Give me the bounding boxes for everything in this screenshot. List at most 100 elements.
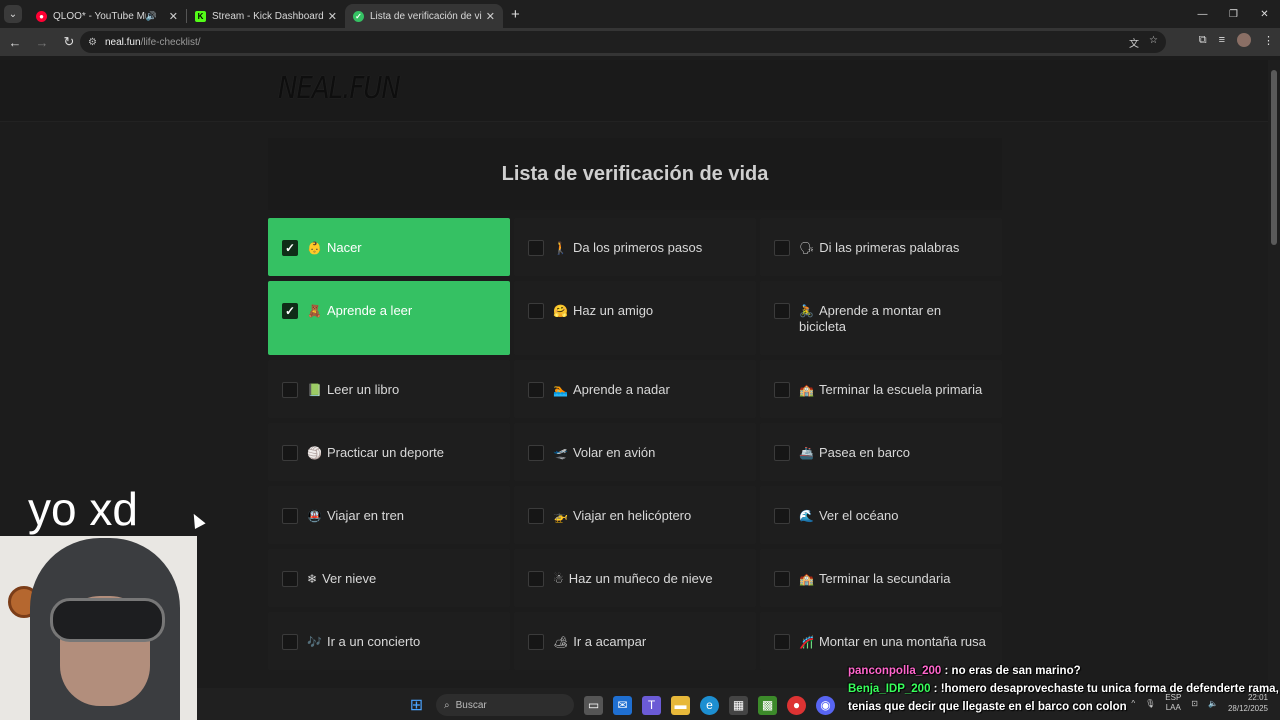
checklist-item-label: Da los primeros pasos [572,240,703,255]
checklist-item[interactable]: 📗 Leer un libro [268,360,510,418]
item-emoji-icon: 📗 [307,383,322,397]
checklist-item-text: ☃ Haz un muñeco de nieve [553,571,713,587]
checkbox[interactable] [774,382,790,398]
checklist-item[interactable]: 🚢 Pasea en barco [760,423,1002,481]
tab-kick-dashboard[interactable]: K Stream - Kick Dashboard ✕ [187,4,345,28]
close-icon[interactable]: ✕ [486,10,495,23]
checkbox[interactable] [774,303,790,319]
chat-username: Benja_IDP_200 [848,683,931,695]
checkbox[interactable] [774,508,790,524]
chrome-icon[interactable]: ● [787,695,806,715]
checklist-item[interactable]: 🏊 Aprende a nadar [514,360,756,418]
translate-icon[interactable]: 文 [1129,35,1139,50]
checkbox[interactable] [774,240,790,256]
minecraft-icon[interactable]: ▩ [758,695,777,715]
media-controls-icon[interactable]: ≡ [1219,34,1225,46]
checklist-item[interactable]: ✓ 🧸 Aprende a leer [268,281,510,355]
checkbox[interactable] [282,445,298,461]
checkbox[interactable] [528,571,544,587]
file-explorer-icon[interactable]: ▬ [671,695,690,715]
speaker-icon[interactable]: 🔊 [146,11,157,22]
back-icon[interactable]: ← [3,30,27,54]
checklist-item-label: Montar en una montaña rusa [818,634,986,649]
checklist-item-label: Aprende a montar en bicicleta [799,303,942,334]
checklist-item[interactable]: 🏕 Ir a acampar [514,612,756,670]
scrollbar-thumb[interactable] [1271,70,1277,245]
checklist-item[interactable]: 🚁 Viajar en helicóptero [514,486,756,544]
checklist-item[interactable]: 🏫 Terminar la escuela primaria [760,360,1002,418]
checklist-item[interactable]: 🚇 Viajar en tren [268,486,510,544]
checklist-item-text: 🏫 Terminar la secundaria [799,571,950,587]
item-emoji-icon: 🏫 [799,383,814,397]
checklist-item[interactable]: 🌊 Ver el océano [760,486,1002,544]
close-window-icon[interactable]: ✕ [1249,0,1280,28]
tab-life-checklist[interactable]: ✓ Lista de verificación de vida ✕ [345,4,503,28]
checkbox[interactable] [774,571,790,587]
checkbox[interactable] [528,382,544,398]
windows-start-icon[interactable]: ⊞ [407,696,426,715]
extensions-icon[interactable]: ⧉ [1199,34,1207,47]
forward-icon[interactable]: → [30,30,54,54]
checklist-item[interactable]: 🎶 Ir a un concierto [268,612,510,670]
checklist-item[interactable]: 🚴 Aprende a montar en bicicleta [760,281,1002,355]
checklist-item-label: Di las primeras palabras [819,240,960,255]
mouse-cursor [188,511,206,529]
checklist-item[interactable]: 🤗 Haz un amigo [514,281,756,355]
checklist-item-text: 🏊 Aprende a nadar [553,382,670,398]
checklist-item[interactable]: 🏫 Terminar la secundaria [760,549,1002,607]
discord-icon[interactable]: ◉ [816,695,835,715]
checkbox[interactable] [282,634,298,650]
checkbox[interactable] [528,240,544,256]
profile-avatar[interactable] [1237,33,1251,47]
close-icon[interactable]: ✕ [328,10,337,23]
chat-overlay: panconpolla_200 : no eras de san marino?… [848,662,1280,716]
checkbox[interactable] [528,303,544,319]
checklist-item-text: 🌊 Ver el océano [799,508,898,524]
checkbox[interactable] [774,634,790,650]
address-bar[interactable]: ⚙ neal.fun/life-checklist/ 文 ☆ [80,31,1166,53]
mail-icon[interactable]: ✉ [613,695,632,715]
checklist-item-text: 🧸 Aprende a leer [307,303,412,319]
checkbox[interactable] [528,508,544,524]
neal-fun-logo[interactable]: NEAL.FUN [278,72,401,107]
new-tab-button[interactable]: + [511,6,520,23]
task-view-icon[interactable]: ▭ [584,695,603,715]
store-icon[interactable]: ▦ [729,695,748,715]
checklist-item[interactable]: ✓ 👶 Nacer [268,218,510,276]
checkbox[interactable] [774,445,790,461]
checkbox-checked[interactable]: ✓ [282,303,298,319]
tab-youtube-music[interactable]: ● QLOO* - YouTube Music 🔊 ✕ [28,4,186,28]
checkbox[interactable] [282,382,298,398]
reload-icon[interactable]: ↻ [57,30,81,54]
close-icon[interactable]: ✕ [169,10,178,23]
bookmark-star-icon[interactable]: ☆ [1149,35,1158,50]
taskbar-search[interactable]: ⌕ Buscar [436,694,574,716]
site-info-icon[interactable]: ⚙ [88,37,97,48]
site-header: NEAL.FUN [0,60,1268,122]
checkbox[interactable] [528,445,544,461]
checkbox[interactable] [282,571,298,587]
checkbox-checked[interactable]: ✓ [282,240,298,256]
page-scrollbar[interactable] [1268,60,1280,688]
checklist-grid: ✓ 👶 Nacer 🚶 Da los primeros pasos 🗣 Di las pri… [268,218,1002,675]
checklist-item[interactable]: 🗣 Di las primeras palabras [760,218,1002,276]
checklist-item[interactable]: ❄ Ver nieve [268,549,510,607]
edge-icon[interactable]: e [700,695,719,715]
minimize-icon[interactable]: — [1187,0,1218,28]
checklist-item-label: Viajar en helicóptero [572,508,692,523]
checklist-item-label: Terminar la secundaria [818,571,951,586]
restore-icon[interactable]: ❐ [1218,0,1249,28]
tab-search-button[interactable]: ⌄ [4,5,22,23]
checklist-item[interactable]: ☃ Haz un muñeco de nieve [514,549,756,607]
item-emoji-icon: 🎢 [799,635,814,649]
checkbox[interactable] [282,508,298,524]
chat-username: panconpolla_200 [848,665,942,677]
checklist-item-label: Ir a un concierto [326,634,421,649]
menu-kebab-icon[interactable]: ⋮ [1263,34,1274,47]
checklist-panel: Lista de verificación de vida ✓ 👶 Nacer 🚶 Da… [268,138,1002,690]
teams-icon[interactable]: T [642,695,661,715]
checklist-item[interactable]: 🏐 Practicar un deporte [268,423,510,481]
checklist-item[interactable]: 🚶 Da los primeros pasos [514,218,756,276]
checkbox[interactable] [528,634,544,650]
checklist-item[interactable]: 🛫 Volar en avión [514,423,756,481]
